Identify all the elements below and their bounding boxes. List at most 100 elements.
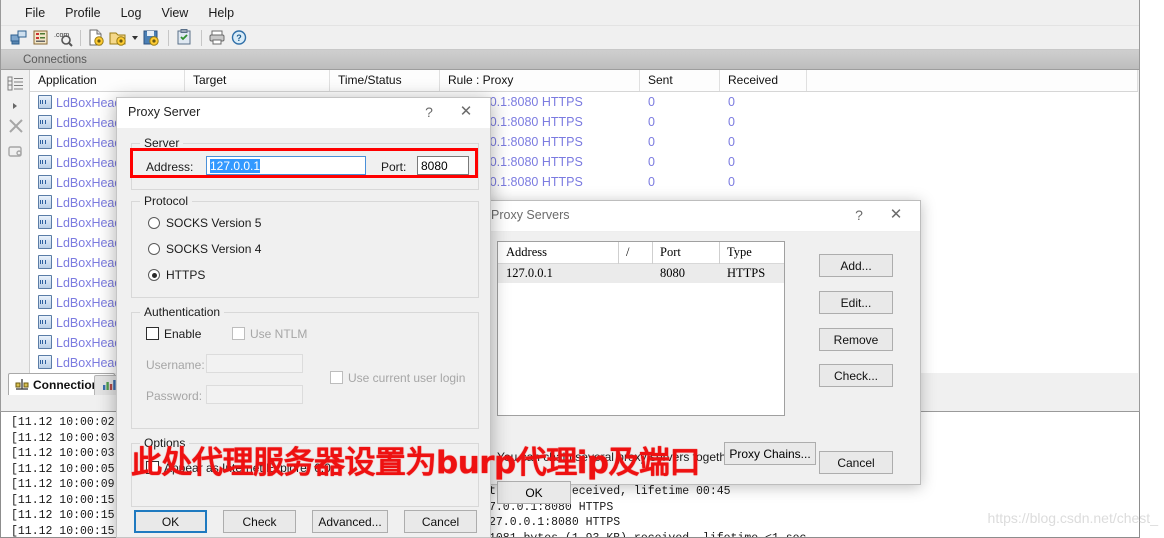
save-profile-icon[interactable] bbox=[141, 28, 161, 47]
red-annotation-text: 此处代理服务器设置为burp代理ip及端口 bbox=[131, 445, 701, 481]
protocol-group: Protocol SOCKS Version 5 SOCKS Version 4… bbox=[131, 194, 479, 298]
radio-https[interactable]: HTTPS bbox=[148, 268, 205, 282]
cell-sent: 0 bbox=[648, 155, 655, 169]
cell-application-label: LdBoxHead bbox=[56, 135, 122, 150]
help-question-icon[interactable]: ? bbox=[420, 104, 438, 120]
radio-https-label: HTTPS bbox=[166, 268, 206, 282]
cell-received: 0 bbox=[728, 95, 735, 109]
application-icon bbox=[38, 174, 52, 189]
list-column-port[interactable]: Port bbox=[652, 242, 719, 264]
lock-icon[interactable] bbox=[7, 142, 25, 160]
list-item[interactable]: 127.0.0.1 8080 HTTPS bbox=[498, 264, 784, 283]
list-item-port: 8080 bbox=[660, 266, 685, 280]
list-header-row: Address / Port Type bbox=[498, 242, 784, 264]
add-button[interactable]: Add... bbox=[819, 254, 893, 277]
radio-socks5[interactable]: SOCKS Version 5 bbox=[148, 216, 261, 230]
proxy-server-titlebar: Proxy Server ? ✕ bbox=[117, 98, 490, 128]
column-header-sent[interactable]: Sent bbox=[640, 70, 720, 91]
column-header-application[interactable]: Application bbox=[30, 70, 185, 91]
list-item-type: HTTPS bbox=[727, 266, 766, 280]
radio-socks5-indicator bbox=[148, 217, 160, 229]
cancel-button[interactable]: Cancel bbox=[404, 510, 477, 533]
help-icon[interactable]: ? bbox=[229, 28, 249, 47]
use-ntlm-checkbox[interactable]: Use NTLM bbox=[232, 327, 307, 341]
cell-application-label: LdBoxHead bbox=[56, 275, 122, 290]
help-question-icon[interactable]: ? bbox=[850, 207, 868, 223]
username-label: Username: bbox=[146, 358, 205, 372]
proxy-servers-title: Proxy Servers bbox=[491, 208, 570, 222]
port-input-value: 8080 bbox=[421, 159, 448, 173]
application-icon bbox=[38, 314, 52, 329]
expand-arrow-icon[interactable] bbox=[7, 100, 25, 110]
username-input[interactable] bbox=[206, 354, 303, 373]
menu-item-file[interactable]: File bbox=[15, 3, 55, 23]
new-profile-icon[interactable] bbox=[86, 28, 106, 47]
network-icon[interactable] bbox=[9, 28, 29, 47]
use-ntlm-checkbox-label: Use NTLM bbox=[250, 327, 308, 341]
address-input[interactable]: 127.0.0.1 bbox=[206, 156, 366, 175]
toolbar-separator-1 bbox=[80, 29, 81, 46]
port-input[interactable]: 8080 bbox=[417, 156, 469, 175]
application-icon bbox=[38, 334, 52, 349]
application-icon bbox=[38, 214, 52, 229]
ok-button[interactable]: OK bbox=[134, 510, 207, 533]
application-icon bbox=[38, 94, 52, 109]
menu-item-profile[interactable]: Profile bbox=[55, 3, 110, 23]
menu-item-view[interactable]: View bbox=[151, 3, 198, 23]
log-line: 1081 bytes (1.93 KB) received, lifetime … bbox=[489, 531, 807, 538]
close-icon[interactable]: ✕ bbox=[456, 102, 476, 120]
proxy-server-title: Proxy Server bbox=[128, 105, 201, 119]
proxy-chains-button[interactable]: Proxy Chains... bbox=[724, 442, 816, 465]
com-icon[interactable]: .com bbox=[53, 28, 73, 47]
list-column-type[interactable]: Type bbox=[719, 242, 784, 264]
cell-application-label: LdBoxHead bbox=[56, 155, 122, 170]
connections-section-title: Connections bbox=[1, 50, 1139, 70]
cell-application-label: LdBoxHead bbox=[56, 175, 122, 190]
proxy-servers-list[interactable]: Address / Port Type 127.0.0.1 8080 HTTPS bbox=[497, 241, 785, 416]
use-current-user-checkbox[interactable]: Use current user login bbox=[330, 371, 465, 385]
chevron-down-icon[interactable] bbox=[130, 28, 139, 47]
menu-item-help[interactable]: Help bbox=[198, 3, 244, 23]
cell-application-label: LdBoxHead bbox=[56, 95, 122, 110]
enable-checkbox[interactable]: Enable bbox=[146, 327, 201, 341]
close-icon[interactable]: ✕ bbox=[886, 205, 906, 223]
password-input[interactable] bbox=[206, 385, 303, 404]
cell-application-label: LdBoxHead bbox=[56, 215, 122, 230]
log-line: 27.0.0.1:8080 HTTPS bbox=[489, 516, 621, 529]
rules-icon[interactable] bbox=[31, 28, 51, 47]
close-x-icon[interactable] bbox=[7, 117, 25, 135]
cell-received: 0 bbox=[728, 135, 735, 149]
cell-sent: 0 bbox=[648, 95, 655, 109]
remove-button[interactable]: Remove bbox=[819, 328, 893, 351]
column-header-rule-proxy[interactable]: Rule : Proxy bbox=[440, 70, 640, 91]
protocol-group-legend: Protocol bbox=[140, 194, 193, 208]
advanced-button[interactable]: Advanced... bbox=[312, 510, 388, 533]
column-header-target[interactable]: Target bbox=[185, 70, 330, 91]
column-header-received[interactable]: Received bbox=[720, 70, 807, 91]
cell-application-label: LdBoxHead bbox=[56, 255, 122, 270]
clipboard-icon[interactable] bbox=[174, 28, 194, 47]
radio-socks4[interactable]: SOCKS Version 4 bbox=[148, 242, 261, 256]
open-profile-icon[interactable] bbox=[108, 28, 128, 47]
radio-https-indicator bbox=[148, 269, 160, 281]
menu-item-log[interactable]: Log bbox=[111, 3, 152, 23]
list-column-address[interactable]: Address bbox=[498, 245, 618, 260]
proxy-servers-ok-button[interactable]: OK bbox=[497, 481, 571, 504]
column-header-time-status[interactable]: Time/Status bbox=[330, 70, 440, 91]
check-button[interactable]: Check... bbox=[819, 364, 893, 387]
toolbar-separator-3 bbox=[201, 29, 202, 46]
print-icon[interactable] bbox=[207, 28, 227, 47]
list-view-icon[interactable] bbox=[7, 75, 25, 93]
server-group-legend: Server bbox=[140, 136, 184, 150]
list-sort-indicator[interactable]: / bbox=[618, 242, 652, 264]
cell-sent: 0 bbox=[648, 115, 655, 129]
check-button[interactable]: Check bbox=[223, 510, 296, 533]
toolbar-separator-2 bbox=[168, 29, 169, 46]
cell-sent: 0 bbox=[648, 135, 655, 149]
use-ntlm-checkbox-box bbox=[232, 327, 245, 340]
authentication-group: Authentication Enable Use NTLM Username:… bbox=[131, 305, 479, 429]
application-icon bbox=[38, 194, 52, 209]
cell-application-label: LdBoxHead bbox=[56, 315, 122, 330]
edit-button[interactable]: Edit... bbox=[819, 291, 893, 314]
proxy-servers-cancel-button[interactable]: Cancel bbox=[819, 451, 893, 474]
